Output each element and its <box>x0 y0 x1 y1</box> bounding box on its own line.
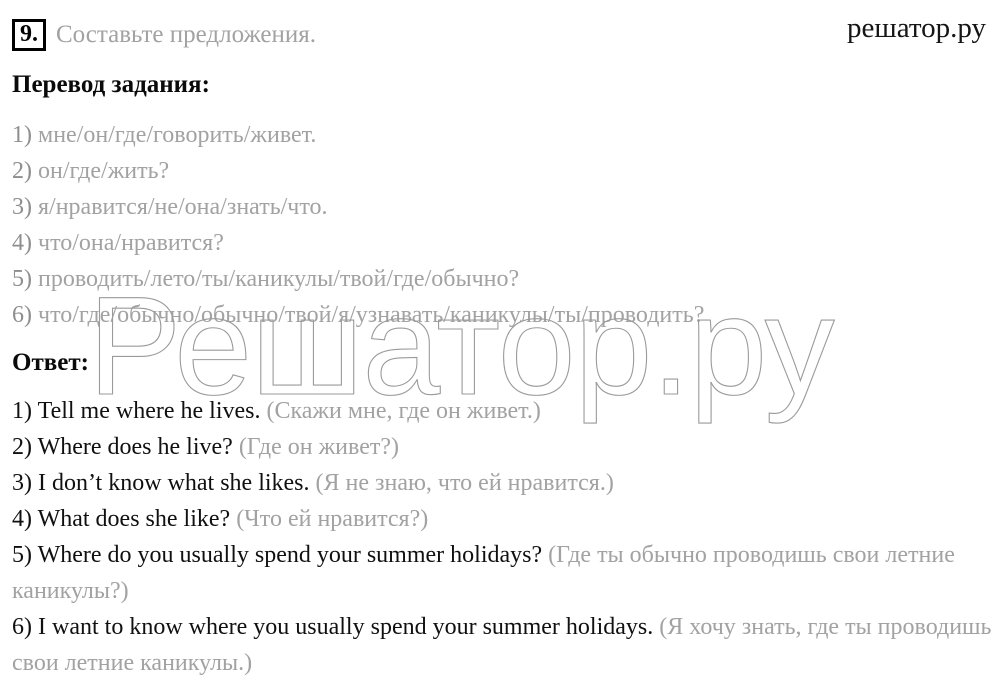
translation-heading: Перевод задания: <box>12 71 210 98</box>
list-item: 4) What does she like? (Что ей нравится?… <box>12 501 1000 537</box>
answer-english: Where do you usually spend your summer h… <box>37 542 543 568</box>
answer-list: 1) Tell me where he lives. (Скажи мне, г… <box>12 393 1000 681</box>
answer-english: Tell me where he lives. <box>37 398 261 424</box>
list-item: 6) что/где/обычно/обычно/твой/я/узнавать… <box>12 297 704 333</box>
list-item-marker: 1) <box>12 398 32 424</box>
list-item-marker: 4) <box>12 506 32 532</box>
list-item: 2) Where does he live? (Где он живет?) <box>12 429 1000 465</box>
list-item-marker: 6) <box>12 302 32 328</box>
task-title: Составьте предложения. <box>56 21 317 48</box>
answer-russian: (Скажи мне, где он живет.) <box>266 398 541 424</box>
answer-english: I don’t know what she likes. <box>38 470 310 496</box>
answer-heading: Ответ: <box>12 349 89 376</box>
list-item: 5) Where do you usually spend your summe… <box>12 537 1000 609</box>
list-item-marker: 6) <box>12 614 32 640</box>
list-item-marker: 3) <box>12 470 32 496</box>
list-item-text: проводить/лето/ты/каникулы/твой/где/обыч… <box>38 266 520 292</box>
list-item: 6) I want to know where you usually spen… <box>12 609 1000 681</box>
list-item-marker: 1) <box>12 122 32 148</box>
list-item-marker: 4) <box>12 230 32 256</box>
list-item-marker: 5) <box>12 542 32 568</box>
answer-english: I want to know where you usually spend y… <box>38 614 654 640</box>
site-logo: решатор.ру <box>847 12 986 44</box>
list-item-marker: 2) <box>12 434 32 460</box>
list-item-text: мне/он/где/говорить/живет. <box>38 122 317 148</box>
list-item: 4) что/она/нравится? <box>12 225 704 261</box>
list-item-marker: 2) <box>12 158 32 184</box>
list-item: 1) мне/он/где/говорить/живет. <box>12 117 704 153</box>
list-item: 3) я/нравится/не/она/знать/что. <box>12 189 704 225</box>
answer-russian: (Я не знаю, что ей нравится.) <box>315 470 614 496</box>
answer-russian: (Где он живет?) <box>238 434 399 460</box>
answer-russian: (Что ей нравится?) <box>236 506 429 532</box>
list-item-text: я/нравится/не/она/знать/что. <box>38 194 328 220</box>
list-item: 1) Tell me where he lives. (Скажи мне, г… <box>12 393 1000 429</box>
list-item: 2) он/где/жить? <box>12 153 704 189</box>
list-item-marker: 5) <box>12 266 32 292</box>
answer-english: Where does he live? <box>37 434 233 460</box>
translation-list: 1) мне/он/где/говорить/живет. 2) он/где/… <box>12 117 704 333</box>
task-header: 9. Составьте предложения. <box>12 19 316 51</box>
list-item: 5) проводить/лето/ты/каникулы/твой/где/о… <box>12 261 704 297</box>
task-number-badge: 9. <box>12 19 46 51</box>
list-item-text: что/она/нравится? <box>38 230 224 256</box>
list-item-marker: 3) <box>12 194 32 220</box>
list-item-text: что/где/обычно/обычно/твой/я/узнавать/ка… <box>38 302 705 328</box>
list-item: 3) I don’t know what she likes. (Я не зн… <box>12 465 1000 501</box>
list-item-text: он/где/жить? <box>38 158 170 184</box>
answer-english: What does she like? <box>37 506 231 532</box>
